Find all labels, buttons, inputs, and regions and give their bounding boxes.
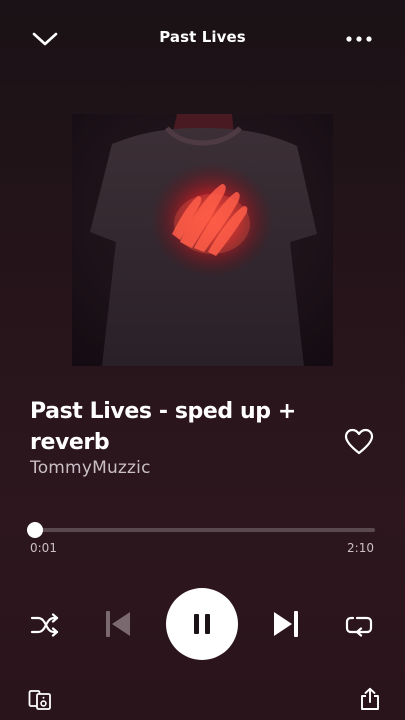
more-options-button[interactable] xyxy=(340,26,378,52)
share-button[interactable] xyxy=(356,684,384,714)
shuffle-icon xyxy=(30,613,59,637)
pause-button[interactable] xyxy=(166,588,238,660)
elapsed-time: 0:01 xyxy=(30,541,57,555)
artist-name[interactable]: TommyMuzzic xyxy=(30,458,151,478)
next-button[interactable] xyxy=(266,604,306,644)
skip-next-icon xyxy=(274,611,298,637)
track-title: Past Lives - sped up + reverb xyxy=(30,399,296,455)
share-icon xyxy=(361,687,379,710)
skip-previous-icon xyxy=(106,611,130,637)
progress-handle[interactable] xyxy=(26,522,43,538)
shuffle-button[interactable] xyxy=(26,608,64,642)
connect-devices-button[interactable] xyxy=(26,686,54,714)
repeat-icon xyxy=(345,616,373,637)
more-horizontal-icon xyxy=(346,36,372,42)
progress-bar[interactable] xyxy=(32,528,375,532)
heart-outline-icon xyxy=(344,428,374,454)
album-artwork xyxy=(72,114,333,366)
like-button[interactable] xyxy=(340,424,378,458)
repeat-button[interactable] xyxy=(340,608,378,642)
previous-button[interactable] xyxy=(98,604,138,644)
player-header: Past Lives xyxy=(0,0,405,76)
total-time: 2:10 xyxy=(347,541,374,555)
pause-icon xyxy=(194,614,210,634)
connect-devices-icon xyxy=(28,690,51,710)
